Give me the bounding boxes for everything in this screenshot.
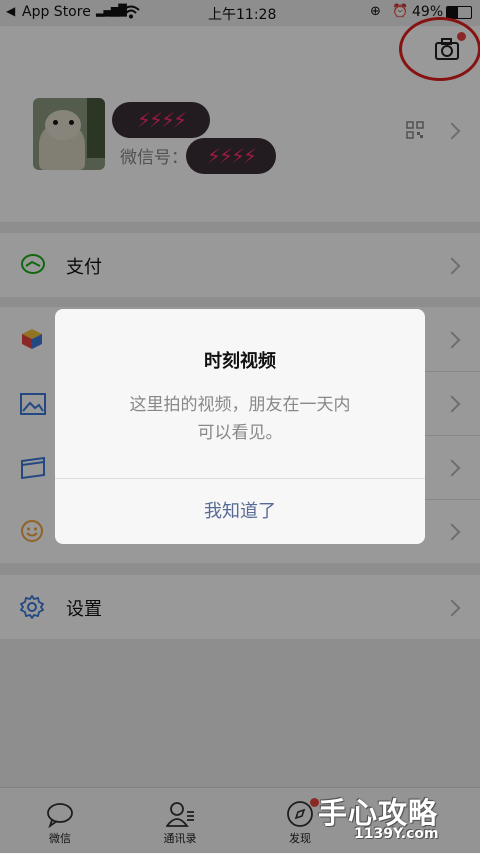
dialog-message-line1: 这里拍的视频，朋友在一天内 xyxy=(129,395,351,415)
watermark-domain: 1139Y.com xyxy=(354,826,439,842)
got-it-button[interactable]: 我知道了 xyxy=(55,479,425,544)
watermark: 手心攻略 1139Y.com xyxy=(318,790,478,850)
dialog-message-line2: 可以看见。 xyxy=(197,423,283,443)
dialog-title: 时刻视频 xyxy=(204,351,276,372)
moments-video-dialog: 时刻视频 这里拍的视频，朋友在一天内 可以看见。 我知道了 xyxy=(55,309,425,544)
dialog-message: 这里拍的视频，朋友在一天内 可以看见。 xyxy=(55,391,425,447)
